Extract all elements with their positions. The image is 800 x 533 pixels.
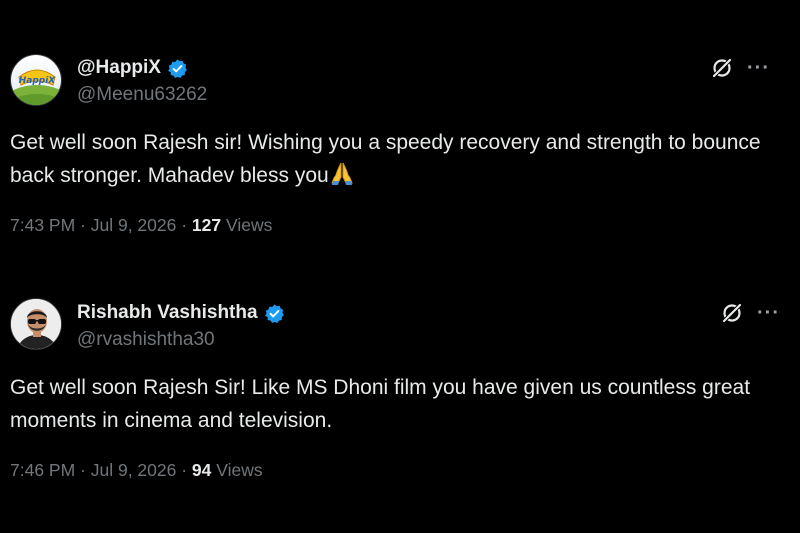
views-label: Views: [211, 460, 263, 480]
folded-hands-emoji: [329, 161, 355, 195]
tweet-meta: 7:46 PM · Jul 9, 2026 · 94 Views: [10, 460, 263, 481]
verified-badge-icon: [168, 58, 187, 78]
views-count: 127: [191, 215, 222, 235]
tweet-meta: 7:43 PM · Jul 9, 2026 · 127 Views: [10, 215, 272, 236]
more-icon[interactable]: ···: [747, 58, 770, 78]
person-avatar-icon: [11, 299, 61, 349]
happix-logo-icon: HappiX: [11, 55, 61, 105]
handle[interactable]: @Meenu63262: [77, 84, 207, 106]
tweet-text: Get well soon Rajesh Sir! Like MS Dhoni …: [10, 376, 751, 432]
tweet-text: Get well soon Rajesh sir! Wishing you a …: [10, 126, 780, 195]
avatar-rishabh[interactable]: [10, 298, 62, 350]
more-icon[interactable]: ···: [757, 303, 780, 323]
handle[interactable]: @rvashishtha30: [77, 329, 215, 351]
views-count: 94: [191, 460, 212, 480]
svg-text:HappiX: HappiX: [19, 76, 57, 86]
timestamp[interactable]: 7:43 PM · Jul 9, 2026 ·: [10, 215, 192, 235]
grok-icon[interactable]: [720, 301, 744, 325]
views-label: Views: [221, 215, 273, 235]
author-row[interactable]: Rishabh Vashishtha: [77, 302, 285, 324]
display-name[interactable]: @HappiX: [77, 57, 161, 79]
author-row[interactable]: @HappiX: [77, 57, 188, 79]
display-name[interactable]: Rishabh Vashishtha: [77, 302, 258, 324]
timestamp[interactable]: 7:46 PM · Jul 9, 2026 ·: [10, 460, 192, 480]
tweet-2[interactable]: Rishabh Vashishtha @rvashishtha30 ··· Ge…: [0, 282, 800, 533]
verified-badge-icon: [264, 303, 284, 323]
avatar-happix[interactable]: HappiX: [10, 54, 62, 106]
tweet-1[interactable]: HappiX @HappiX @Meenu63262 ··· Get well …: [0, 0, 800, 262]
grok-icon[interactable]: [710, 56, 734, 80]
